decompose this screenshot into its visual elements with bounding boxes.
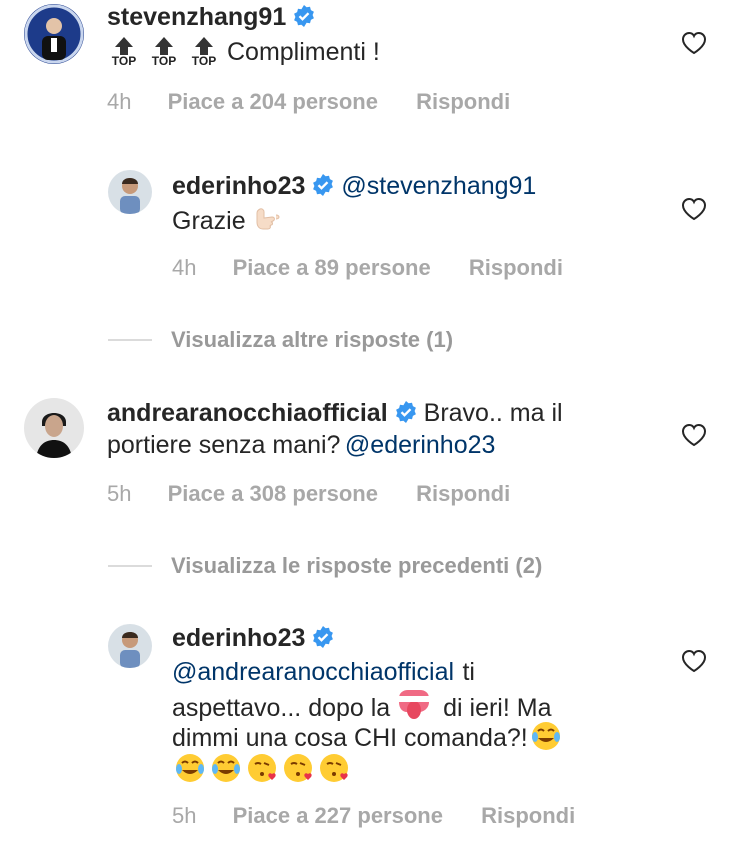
view-more-replies-button[interactable]: Visualizza altre risposte (1) xyxy=(171,327,453,353)
likes-count[interactable]: Piace a 89 persone xyxy=(233,255,431,280)
mention-link[interactable]: @andrearanocchiaofficial xyxy=(172,658,454,686)
likes-count[interactable]: Piace a 227 persone xyxy=(233,803,443,828)
comment-header: andrearanocchiaofficial Bravo.. ma il xyxy=(107,397,563,430)
heart-icon[interactable] xyxy=(681,649,707,678)
likes-count[interactable]: Piace a 308 persone xyxy=(168,481,378,506)
comment-body: Grazie xyxy=(172,203,286,240)
timestamp[interactable]: 5h xyxy=(107,481,131,506)
kissing-heart-icon xyxy=(318,752,350,789)
heart-icon[interactable] xyxy=(681,423,707,452)
comment-meta: 4h Piace a 89 persone Rispondi xyxy=(172,255,563,281)
heart-icon[interactable] xyxy=(681,31,707,60)
comment-body: TOP TOP TOP Complimenti ! xyxy=(107,36,380,72)
comment-header: ederinho23 xyxy=(172,624,341,654)
tears-of-joy-icon xyxy=(210,752,242,789)
verified-badge-icon xyxy=(311,173,335,202)
comment-header: ederinho23 @stevenzhang91 xyxy=(172,170,536,203)
kissing-heart-icon xyxy=(246,752,278,789)
mention-link[interactable]: @ederinho23 xyxy=(345,431,496,459)
tears-of-joy-icon xyxy=(530,720,562,757)
timestamp[interactable]: 4h xyxy=(172,255,196,280)
comment-text: di ieri! Ma xyxy=(443,694,552,722)
view-previous-replies-button[interactable]: Visualizza le risposte precedenti (2) xyxy=(171,553,542,579)
top-arrow-icon: TOP xyxy=(147,37,181,68)
comment-text: aspettavo... dopo la xyxy=(172,694,391,722)
comment-meta: 5h Piace a 308 persone Rispondi xyxy=(107,481,510,507)
comment-body xyxy=(172,752,352,789)
comment-meta: 5h Piace a 227 persone Rispondi xyxy=(172,803,575,829)
reply-button[interactable]: Rispondi xyxy=(481,803,575,828)
avatar[interactable] xyxy=(24,398,84,458)
comment-body: @andrearanocchiaofficial ti xyxy=(172,656,475,689)
top-arrow-icon: TOP xyxy=(187,37,221,68)
divider xyxy=(108,565,152,567)
kissing-heart-icon xyxy=(282,752,314,789)
reply-button[interactable]: Rispondi xyxy=(469,255,563,280)
reply-button[interactable]: Rispondi xyxy=(416,481,510,506)
username[interactable]: ederinho23 xyxy=(172,172,305,200)
verified-badge-icon xyxy=(311,625,335,654)
top-arrow-icon: TOP xyxy=(107,37,141,68)
divider xyxy=(108,339,152,341)
comment-header: stevenzhang91 xyxy=(107,3,322,33)
comment-text: portiere senza mani? xyxy=(107,431,341,459)
username[interactable]: stevenzhang91 xyxy=(107,3,286,31)
mention-link[interactable]: @stevenzhang91 xyxy=(341,172,536,200)
likes-count[interactable]: Piace a 204 persone xyxy=(168,89,378,114)
avatar[interactable] xyxy=(24,4,84,64)
heart-icon[interactable] xyxy=(681,197,707,226)
tears-of-joy-icon xyxy=(174,752,206,789)
verified-badge-icon xyxy=(394,400,418,429)
comment-body: portiere senza mani? @ederinho23 xyxy=(107,429,495,462)
username[interactable]: ederinho23 xyxy=(172,624,305,652)
timestamp[interactable]: 5h xyxy=(172,803,196,828)
comment-text: Complimenti ! xyxy=(227,38,380,66)
comment-text: Bravo.. ma il xyxy=(423,399,563,427)
timestamp[interactable]: 4h xyxy=(107,89,131,114)
avatar[interactable] xyxy=(108,624,152,668)
avatar[interactable] xyxy=(108,170,152,214)
call-me-hand-icon xyxy=(252,203,284,240)
comment-text: dimmi una cosa CHI comanda?! xyxy=(172,724,528,752)
verified-badge-icon xyxy=(292,4,316,33)
comment-text: Grazie xyxy=(172,207,246,235)
comment-text: ti xyxy=(462,658,475,686)
reply-button[interactable]: Rispondi xyxy=(416,89,510,114)
username[interactable]: andrearanocchiaofficial xyxy=(107,399,388,427)
comment-meta: 4h Piace a 204 persone Rispondi xyxy=(107,89,510,115)
